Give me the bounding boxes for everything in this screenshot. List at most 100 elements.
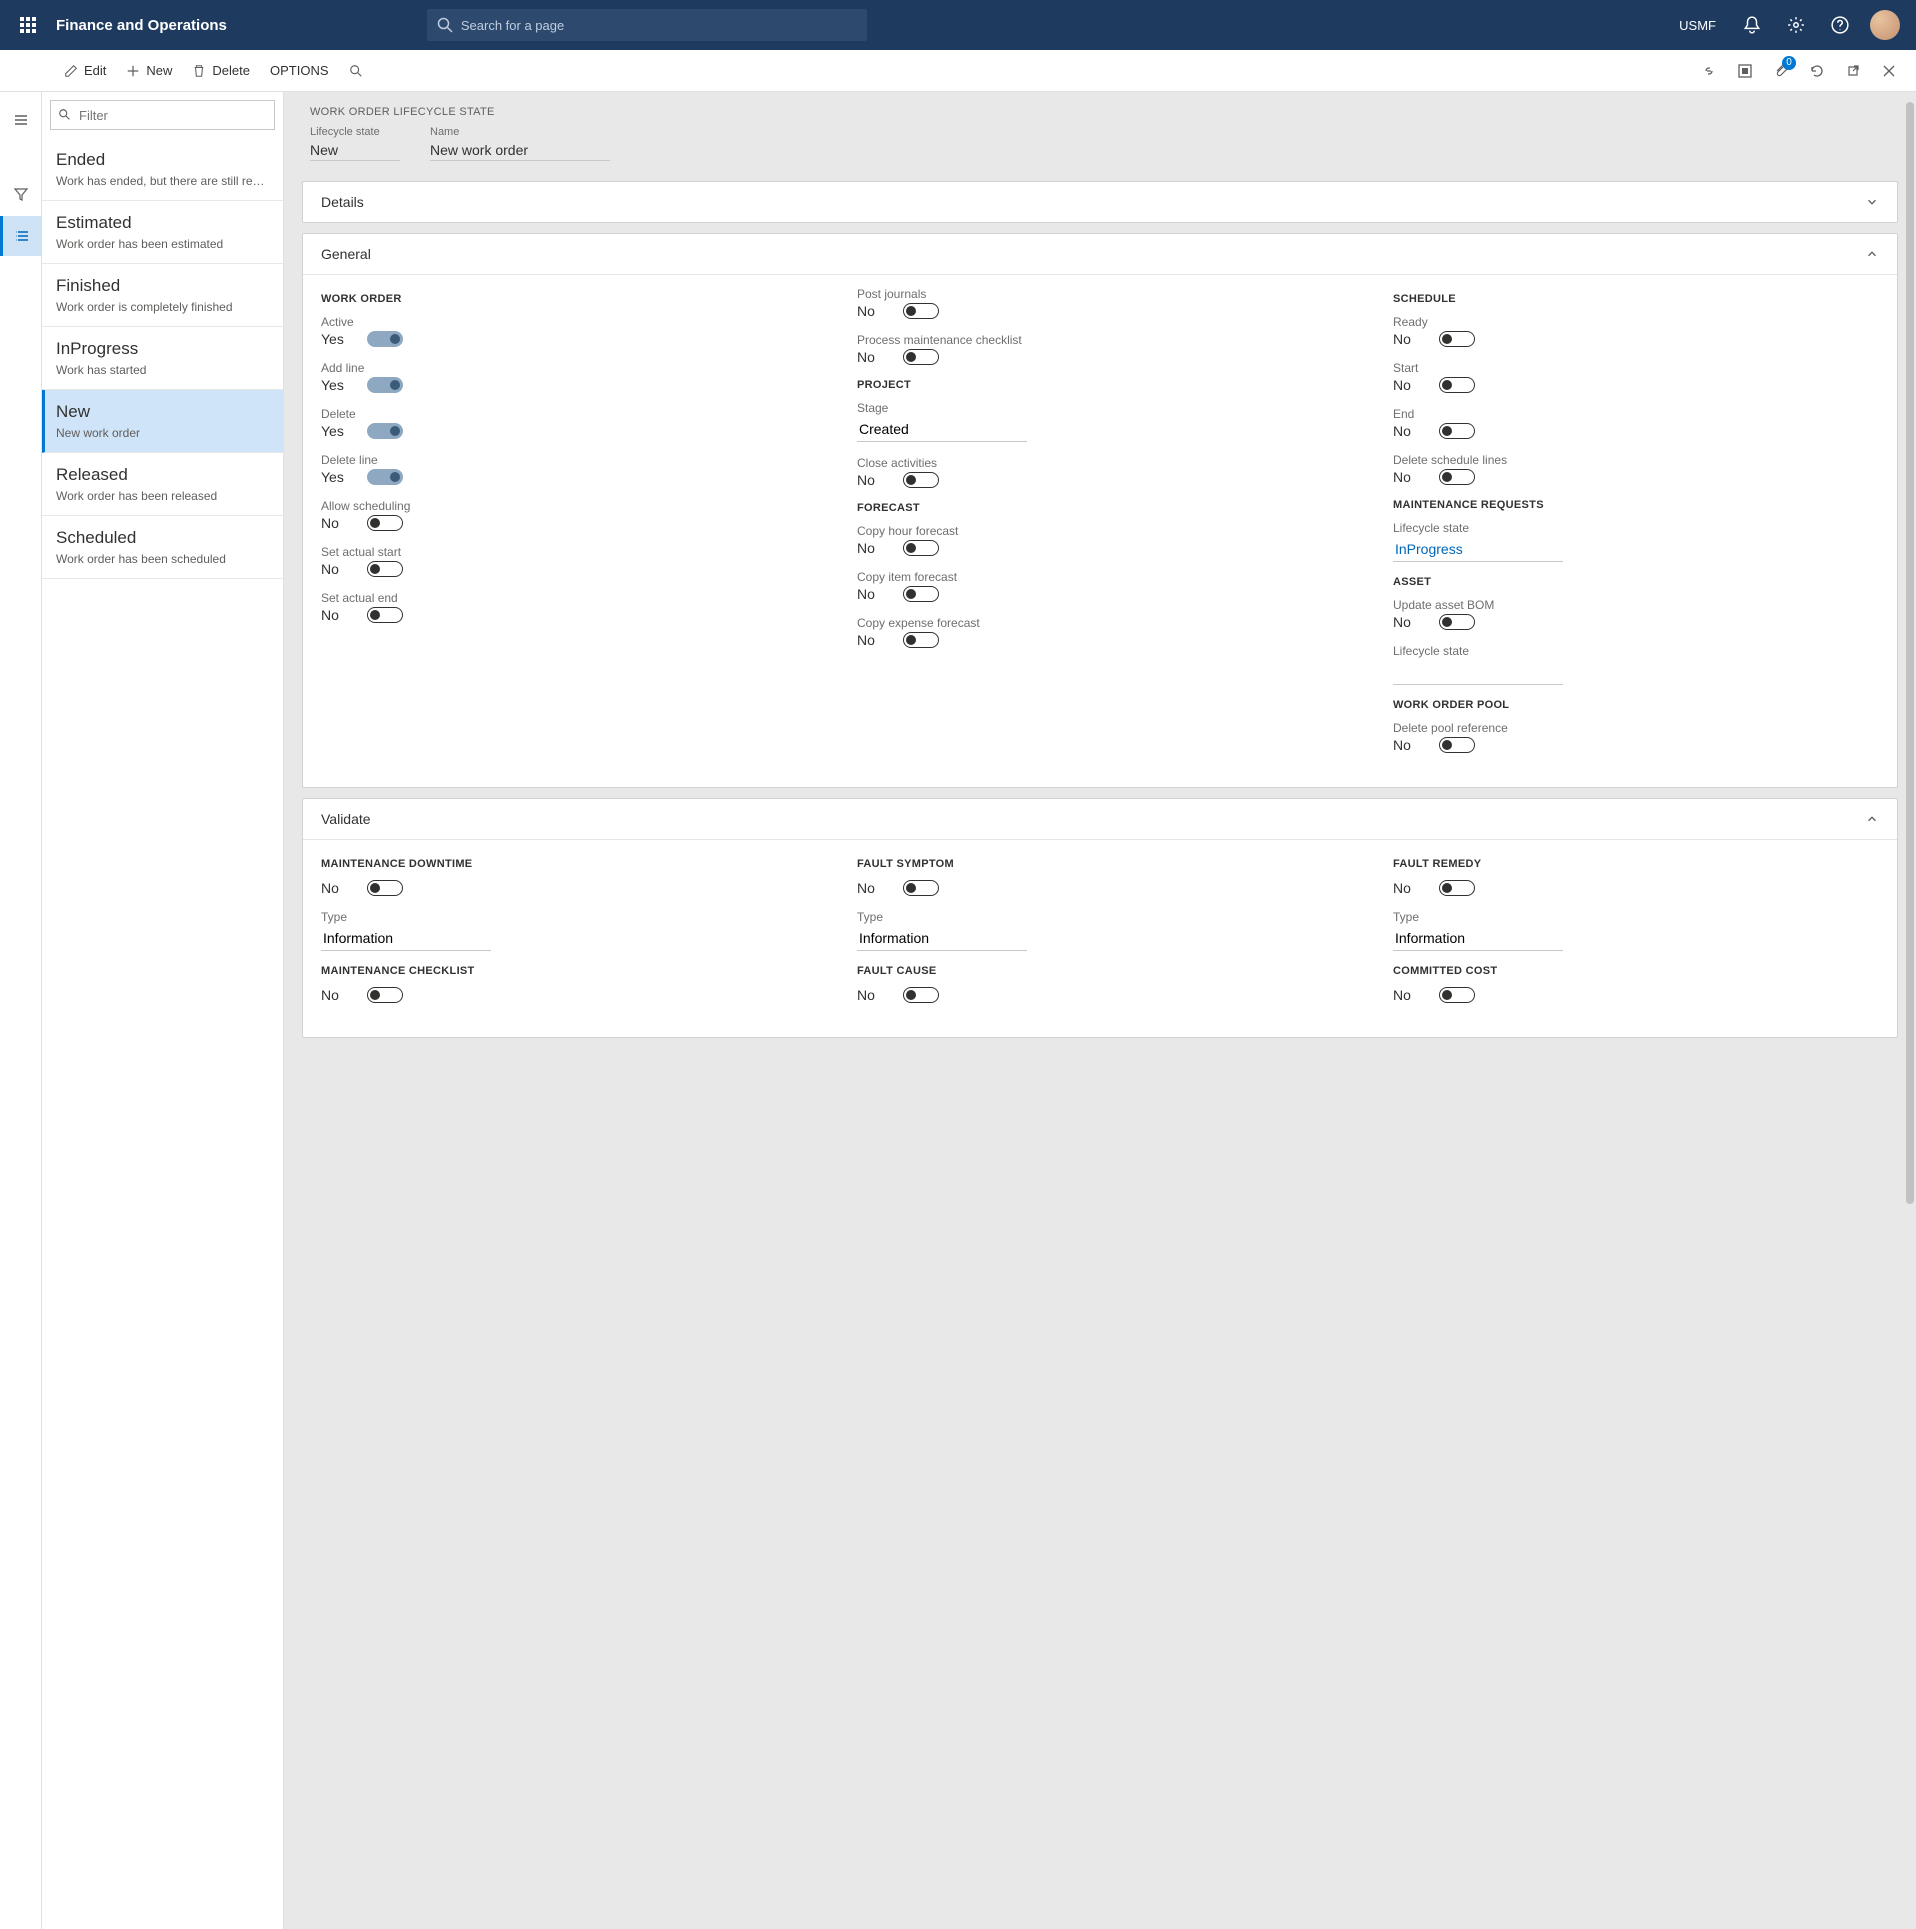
delete-label: Delete xyxy=(321,407,807,421)
list-item[interactable]: FinishedWork order is completely finishe… xyxy=(42,264,283,327)
m-checklist-group-title: MAINTENANCE CHECKLIST xyxy=(321,965,807,977)
left-rail xyxy=(0,92,42,1929)
fs-field: No xyxy=(857,880,1343,896)
link-icon[interactable] xyxy=(1692,50,1726,92)
search-small-icon xyxy=(349,64,363,78)
app-launcher-icon[interactable] xyxy=(8,17,48,33)
process-checklist-toggle[interactable] xyxy=(903,349,939,365)
allow-scheduling-toggle[interactable] xyxy=(367,515,403,531)
settings-icon[interactable] xyxy=(1774,0,1818,50)
list-item-title: Scheduled xyxy=(56,528,269,548)
md-type-input[interactable] xyxy=(321,926,491,951)
popout-icon[interactable] xyxy=(1836,50,1870,92)
state-value[interactable]: New xyxy=(310,140,400,161)
cc-toggle[interactable] xyxy=(1439,987,1475,1003)
fr-toggle[interactable] xyxy=(1439,880,1475,896)
list-item[interactable]: New New work order xyxy=(42,390,283,453)
list-item-title: New xyxy=(56,402,269,422)
fs-type-label: Type xyxy=(857,910,1343,924)
list-item[interactable]: EndedWork has ended, but there are still… xyxy=(42,138,283,201)
add-line-value: Yes xyxy=(321,377,351,393)
post-journals-toggle[interactable] xyxy=(903,303,939,319)
copy-hour-toggle[interactable] xyxy=(903,540,939,556)
fs-toggle[interactable] xyxy=(903,880,939,896)
filter-input[interactable] xyxy=(50,100,275,130)
copy-item-value: No xyxy=(857,586,887,602)
general-section: General WORK ORDER Active Yes Add line Y… xyxy=(302,233,1898,788)
general-header[interactable]: General xyxy=(303,234,1897,274)
asset-lifecycle-field: Lifecycle state xyxy=(1393,644,1879,685)
mr-lifecycle-field: Lifecycle state xyxy=(1393,521,1879,562)
update-bom-toggle[interactable] xyxy=(1439,614,1475,630)
user-avatar[interactable] xyxy=(1870,10,1900,40)
fr-value: No xyxy=(1393,880,1423,896)
add-line-toggle[interactable] xyxy=(367,377,403,393)
attachments-icon[interactable]: 0 xyxy=(1764,50,1798,92)
office-icon[interactable] xyxy=(1728,50,1762,92)
list-item[interactable]: EstimatedWork order has been estimated xyxy=(42,201,283,264)
active-field: Active Yes xyxy=(321,315,807,347)
ready-toggle[interactable] xyxy=(1439,331,1475,347)
pencil-icon xyxy=(64,64,78,78)
delete-line-toggle[interactable] xyxy=(367,469,403,485)
refresh-icon[interactable] xyxy=(1800,50,1834,92)
list-item-sub: New work order xyxy=(56,426,269,440)
delete-schedule-field: Delete schedule lines No xyxy=(1393,453,1879,485)
stage-input[interactable] xyxy=(857,417,1027,442)
asset-lifecycle-input[interactable] xyxy=(1393,660,1563,685)
validate-header[interactable]: Validate xyxy=(303,799,1897,839)
list-item[interactable]: InProgressWork has started xyxy=(42,327,283,390)
delete-schedule-toggle[interactable] xyxy=(1439,469,1475,485)
scrollbar[interactable] xyxy=(1906,92,1914,1929)
edit-button[interactable]: Edit xyxy=(54,50,116,91)
set-actual-start-toggle[interactable] xyxy=(367,561,403,577)
delete-pool-label: Delete pool reference xyxy=(1393,721,1879,735)
help-icon[interactable] xyxy=(1818,0,1862,50)
active-toggle[interactable] xyxy=(367,331,403,347)
list-item-title: Ended xyxy=(56,150,269,170)
top-right: USMF xyxy=(1665,0,1908,50)
company-label[interactable]: USMF xyxy=(1665,18,1730,33)
copy-item-toggle[interactable] xyxy=(903,586,939,602)
end-toggle[interactable] xyxy=(1439,423,1475,439)
list-pane: EndedWork has ended, but there are still… xyxy=(42,92,284,1929)
details-header[interactable]: Details xyxy=(303,182,1897,222)
delete-pool-toggle[interactable] xyxy=(1439,737,1475,753)
md-toggle[interactable] xyxy=(367,880,403,896)
mr-lifecycle-label: Lifecycle state xyxy=(1393,521,1879,535)
mr-lifecycle-input[interactable] xyxy=(1393,537,1563,562)
new-button[interactable]: New xyxy=(116,50,182,91)
search-input[interactable] xyxy=(427,9,867,41)
notifications-icon[interactable] xyxy=(1730,0,1774,50)
page-header: WORK ORDER LIFECYCLE STATE Lifecycle sta… xyxy=(302,92,1898,171)
mc-value: No xyxy=(321,987,351,1003)
mc-field: No xyxy=(321,987,807,1003)
fs-type-input[interactable] xyxy=(857,926,1027,951)
fr-type-label: Type xyxy=(1393,910,1879,924)
options-button[interactable]: OPTIONS xyxy=(260,50,339,91)
close-activities-toggle[interactable] xyxy=(903,472,939,488)
hamburger-icon[interactable] xyxy=(0,100,42,140)
list-icon[interactable] xyxy=(0,216,42,256)
mc-toggle[interactable] xyxy=(367,987,403,1003)
close-icon[interactable] xyxy=(1872,50,1906,92)
post-journals-label: Post journals xyxy=(857,287,1343,301)
copy-expense-field: Copy expense forecast No xyxy=(857,616,1343,648)
copy-expense-value: No xyxy=(857,632,887,648)
copy-expense-toggle[interactable] xyxy=(903,632,939,648)
list-item[interactable]: ScheduledWork order has been scheduled xyxy=(42,516,283,579)
fr-type-input[interactable] xyxy=(1393,926,1563,951)
start-toggle[interactable] xyxy=(1439,377,1475,393)
list-item[interactable]: ReleasedWork order has been released xyxy=(42,453,283,516)
delete-button[interactable]: Delete xyxy=(182,50,260,91)
filter-icon[interactable] xyxy=(0,174,42,214)
set-actual-end-field: Set actual end No xyxy=(321,591,807,623)
find-button[interactable] xyxy=(339,50,373,91)
delete-pool-field: Delete pool reference No xyxy=(1393,721,1879,753)
set-actual-end-toggle[interactable] xyxy=(367,607,403,623)
copy-hour-value: No xyxy=(857,540,887,556)
name-value[interactable]: New work order xyxy=(430,140,610,161)
delete-toggle[interactable] xyxy=(367,423,403,439)
name-label: Name xyxy=(430,126,610,138)
fc-toggle[interactable] xyxy=(903,987,939,1003)
